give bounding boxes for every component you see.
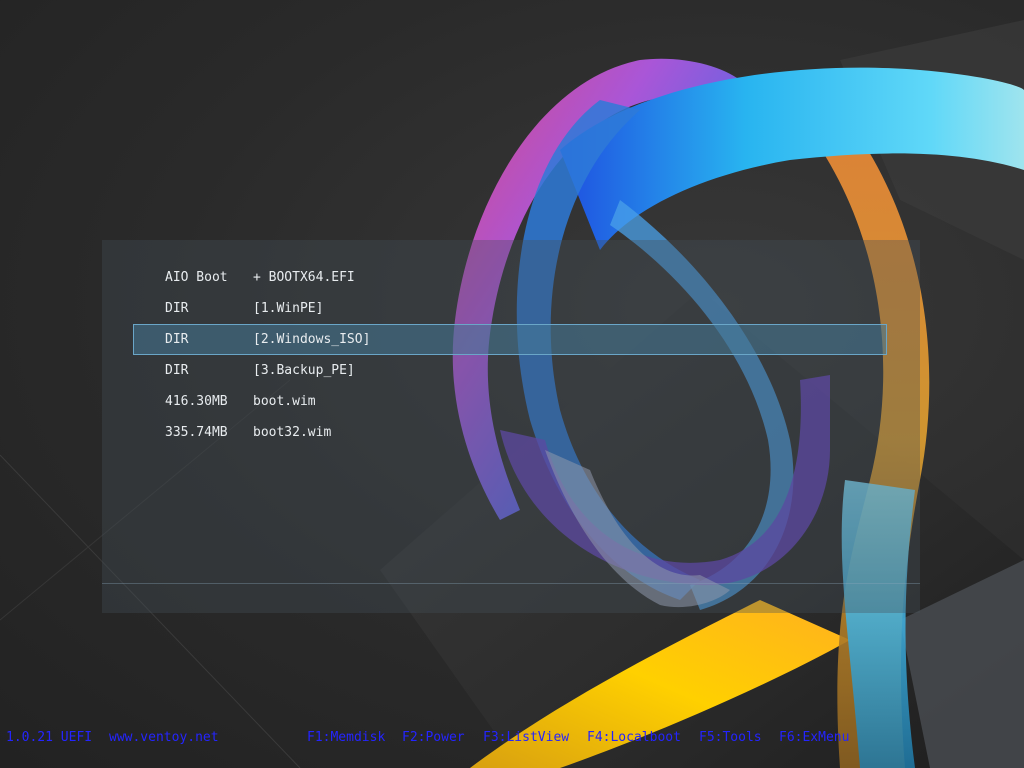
menu-item-aio-boot[interactable]: AIO Boot + BOOTX64.EFI xyxy=(102,262,920,293)
website-label: www.ventoy.net xyxy=(109,730,219,745)
hotkey-f1-memdisk[interactable]: F1:Memdisk xyxy=(307,728,385,748)
hotkey-f6-exmenu[interactable]: F6:ExMenu xyxy=(779,728,849,748)
menu-item-label: boot.wim xyxy=(253,394,316,409)
hotkey-f2-power[interactable]: F2:Power xyxy=(402,728,465,748)
hotkey-f5-tools[interactable]: F5:Tools xyxy=(699,728,762,748)
menu-item-type: DIR xyxy=(165,301,189,316)
menu-item-label: [3.Backup_PE] xyxy=(253,363,355,378)
menu-item-backup-pe[interactable]: DIR [3.Backup_PE] xyxy=(102,355,920,386)
menu-item-size: 416.30MB xyxy=(165,394,228,409)
boot-menu-list: AIO Boot + BOOTX64.EFI DIR [1.WinPE] DIR… xyxy=(102,262,920,448)
hotkey-f4-localboot[interactable]: F4:Localboot xyxy=(587,728,681,748)
menu-item-boot-wim[interactable]: 416.30MB boot.wim xyxy=(102,386,920,417)
menu-item-boot32-wim[interactable]: 335.74MB boot32.wim xyxy=(102,417,920,448)
hotkey-f3-listview[interactable]: F3:ListView xyxy=(483,728,569,748)
boot-screen: AIO Boot + BOOTX64.EFI DIR [1.WinPE] DIR… xyxy=(0,0,1024,768)
version-label: 1.0.21 UEFI xyxy=(6,730,93,745)
menu-item-label: [2.Windows_ISO] xyxy=(253,332,371,347)
boot-menu-panel: AIO Boot + BOOTX64.EFI DIR [1.WinPE] DIR… xyxy=(102,240,920,613)
menu-item-type: DIR xyxy=(165,332,189,347)
footer-hotkey-bar: 1.0.21 UEFI www.ventoy.net F1:Memdisk F2… xyxy=(0,728,1024,748)
menu-item-windows-iso[interactable]: DIR [2.Windows_ISO] xyxy=(133,324,887,355)
menu-item-label: + BOOTX64.EFI xyxy=(253,270,355,285)
menu-item-type: DIR xyxy=(165,363,189,378)
menu-item-label: boot32.wim xyxy=(253,425,332,440)
menu-divider xyxy=(102,583,920,584)
menu-item-size: 335.74MB xyxy=(165,425,228,440)
menu-item-type: AIO Boot xyxy=(165,270,228,285)
menu-item-label: [1.WinPE] xyxy=(253,301,324,316)
menu-item-winpe[interactable]: DIR [1.WinPE] xyxy=(102,293,920,324)
